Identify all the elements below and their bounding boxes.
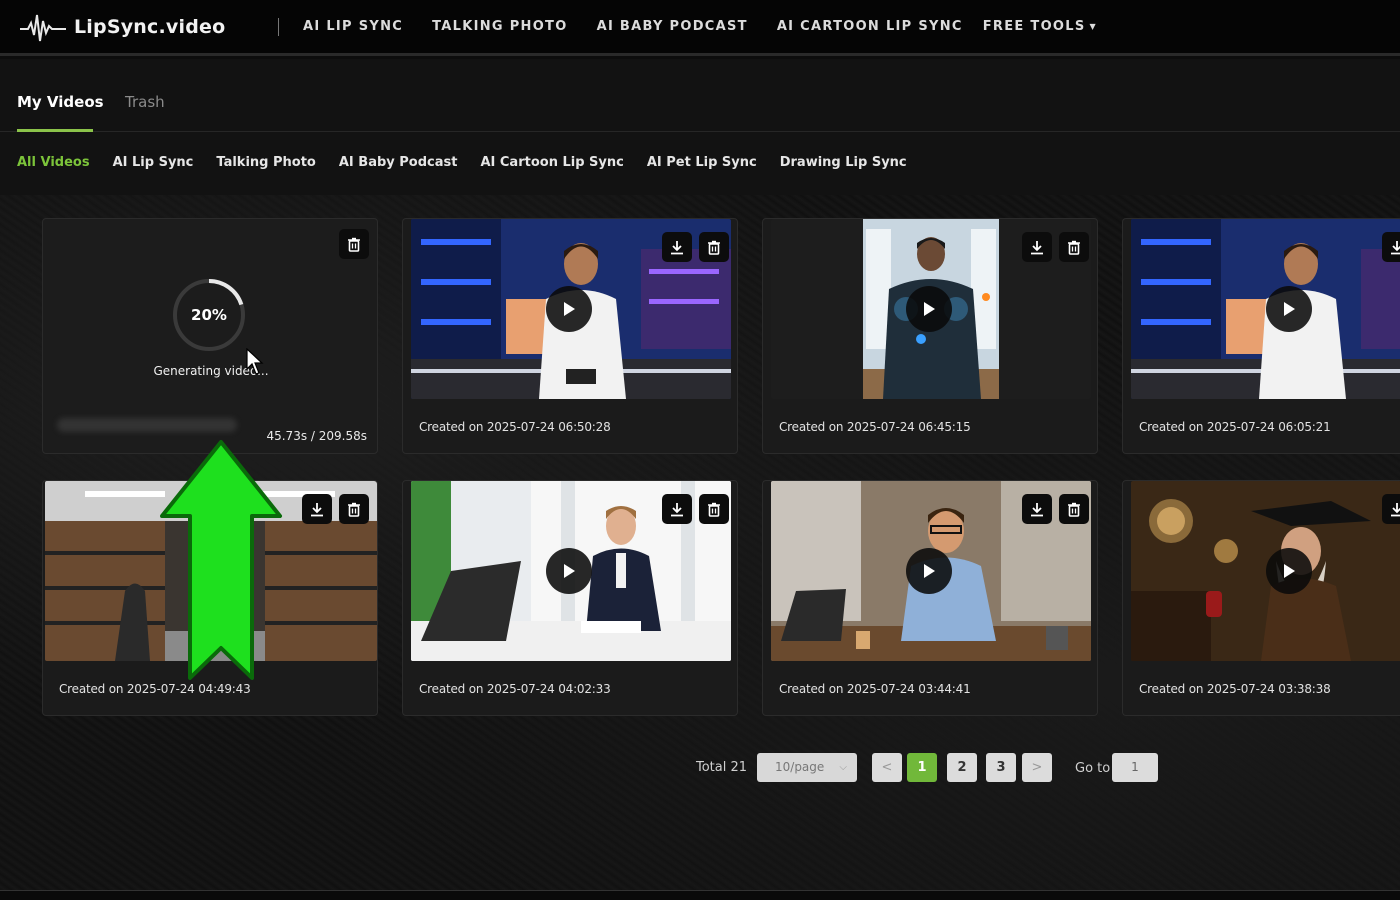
filter-ai-pet-lip-sync[interactable]: AI Pet Lip Sync xyxy=(647,155,757,170)
play-icon xyxy=(924,302,935,316)
video-created-date: Created on 2025-07-24 04:02:33 xyxy=(419,682,611,696)
video-header: My Videos Trash All Videos AI Lip Sync T… xyxy=(0,59,1400,195)
download-button[interactable] xyxy=(1022,232,1052,262)
download-button[interactable] xyxy=(1022,494,1052,524)
tab-bar: My Videos Trash xyxy=(0,59,1400,132)
filter-talking-photo[interactable]: Talking Photo xyxy=(216,155,315,170)
video-created-date: Created on 2025-07-24 06:50:28 xyxy=(419,420,611,434)
goto-label: Go to xyxy=(1075,761,1111,776)
goto-page-input[interactable] xyxy=(1112,753,1158,782)
video-card[interactable]: Created on 2025-07-24 06:50:28 xyxy=(402,218,738,454)
mouse-cursor-icon xyxy=(246,348,264,375)
video-card[interactable]: Created on 2025-07-24 06:05:21 xyxy=(1122,218,1400,454)
download-button[interactable] xyxy=(662,232,692,262)
play-icon xyxy=(1284,302,1295,316)
brand-name: LipSync.video xyxy=(74,15,226,38)
category-filters: All Videos AI Lip Sync Talking Photo AI … xyxy=(17,155,930,170)
download-button[interactable] xyxy=(1382,232,1400,262)
trash-icon xyxy=(348,502,360,517)
video-created-date: Created on 2025-07-24 03:38:38 xyxy=(1139,682,1331,696)
chevron-down-icon: ⌵ xyxy=(839,762,847,773)
play-button[interactable] xyxy=(906,286,952,332)
waveform-logo-icon xyxy=(20,14,66,41)
prev-page-button[interactable]: < xyxy=(872,753,902,782)
video-card[interactable]: Created on 2025-07-24 04:02:33 xyxy=(402,480,738,716)
video-card[interactable]: Created on 2025-07-24 03:44:41 xyxy=(762,480,1098,716)
trash-icon xyxy=(348,237,360,252)
delete-button[interactable] xyxy=(699,494,729,524)
nav-ai-lip-sync[interactable]: AI LIP SYNC xyxy=(303,19,403,34)
filter-all-videos[interactable]: All Videos xyxy=(17,155,90,170)
download-icon xyxy=(1391,240,1400,254)
download-icon xyxy=(671,502,683,516)
tab-trash[interactable]: Trash xyxy=(125,93,165,111)
blurred-filename xyxy=(57,418,237,432)
generating-label: Generating video... xyxy=(153,364,269,378)
download-icon xyxy=(1031,502,1043,516)
delete-button[interactable] xyxy=(699,232,729,262)
bottom-edge xyxy=(0,890,1400,900)
play-icon xyxy=(1284,564,1295,578)
generating-video-card: 20% Generating video... 45.73s / 209.58s xyxy=(42,218,378,454)
video-created-date: Created on 2025-07-24 06:45:15 xyxy=(779,420,971,434)
caret-down-icon: ▼ xyxy=(1089,22,1097,31)
top-navbar: LipSync.video AI LIP SYNC TALKING PHOTO … xyxy=(0,0,1400,56)
tab-my-videos[interactable]: My Videos xyxy=(17,93,104,111)
play-button[interactable] xyxy=(546,286,592,332)
filter-drawing-lip-sync[interactable]: Drawing Lip Sync xyxy=(780,155,907,170)
download-icon xyxy=(1391,502,1400,516)
nav-divider xyxy=(278,17,279,36)
trash-icon xyxy=(1068,502,1080,517)
filter-ai-baby-podcast[interactable]: AI Baby Podcast xyxy=(339,155,458,170)
play-button[interactable] xyxy=(906,548,952,594)
progress-percent: 20% xyxy=(191,306,227,324)
page-button-2[interactable]: 2 xyxy=(947,753,977,782)
video-created-date: Created on 2025-07-24 04:49:43 xyxy=(59,682,251,696)
play-icon xyxy=(564,302,575,316)
download-icon xyxy=(671,240,683,254)
page-size-value: 10/page xyxy=(775,760,825,774)
filter-ai-cartoon-lip-sync[interactable]: AI Cartoon Lip Sync xyxy=(480,155,623,170)
delete-button[interactable] xyxy=(1059,232,1089,262)
nav-ai-baby-podcast[interactable]: AI BABY PODCAST xyxy=(597,19,748,34)
next-page-button[interactable]: > xyxy=(1022,753,1052,782)
brand-logo[interactable]: LipSync.video xyxy=(20,9,272,45)
main-nav: AI LIP SYNC TALKING PHOTO AI BABY PODCAS… xyxy=(303,19,1126,34)
delete-button[interactable] xyxy=(1059,494,1089,524)
nav-ai-cartoon-lip-sync[interactable]: AI CARTOON LIP SYNC xyxy=(777,19,963,34)
download-button[interactable] xyxy=(662,494,692,524)
play-button[interactable] xyxy=(1266,286,1312,332)
video-card[interactable]: Created on 2025-07-24 03:38:38 xyxy=(1122,480,1400,716)
nav-talking-photo[interactable]: TALKING PHOTO xyxy=(432,19,567,34)
play-icon xyxy=(564,564,575,578)
play-icon xyxy=(924,564,935,578)
download-icon xyxy=(1031,240,1043,254)
trash-icon xyxy=(708,240,720,255)
green-arrow-annotation xyxy=(160,440,282,680)
page-button-1[interactable]: 1 xyxy=(907,753,937,782)
trash-icon xyxy=(1068,240,1080,255)
video-card[interactable]: Created on 2025-07-24 06:45:15 xyxy=(762,218,1098,454)
video-created-date: Created on 2025-07-24 06:05:21 xyxy=(1139,420,1331,434)
download-icon xyxy=(311,502,323,516)
play-button[interactable] xyxy=(546,548,592,594)
download-button[interactable] xyxy=(302,494,332,524)
play-button[interactable] xyxy=(1266,548,1312,594)
pagination-total: Total 21 xyxy=(696,760,748,775)
video-created-date: Created on 2025-07-24 03:44:41 xyxy=(779,682,971,696)
active-tab-indicator xyxy=(17,129,93,132)
nav-free-tools-dropdown[interactable]: FREE TOOLS ▼ xyxy=(983,19,1097,34)
trash-icon xyxy=(708,502,720,517)
delete-button[interactable] xyxy=(339,494,369,524)
page-size-select[interactable]: 10/page ⌵ xyxy=(757,753,857,782)
nav-free-tools-label: FREE TOOLS xyxy=(982,19,1086,34)
page-button-3[interactable]: 3 xyxy=(986,753,1016,782)
download-button[interactable] xyxy=(1382,494,1400,524)
filter-ai-lip-sync[interactable]: AI Lip Sync xyxy=(113,155,194,170)
delete-button[interactable] xyxy=(339,229,369,259)
